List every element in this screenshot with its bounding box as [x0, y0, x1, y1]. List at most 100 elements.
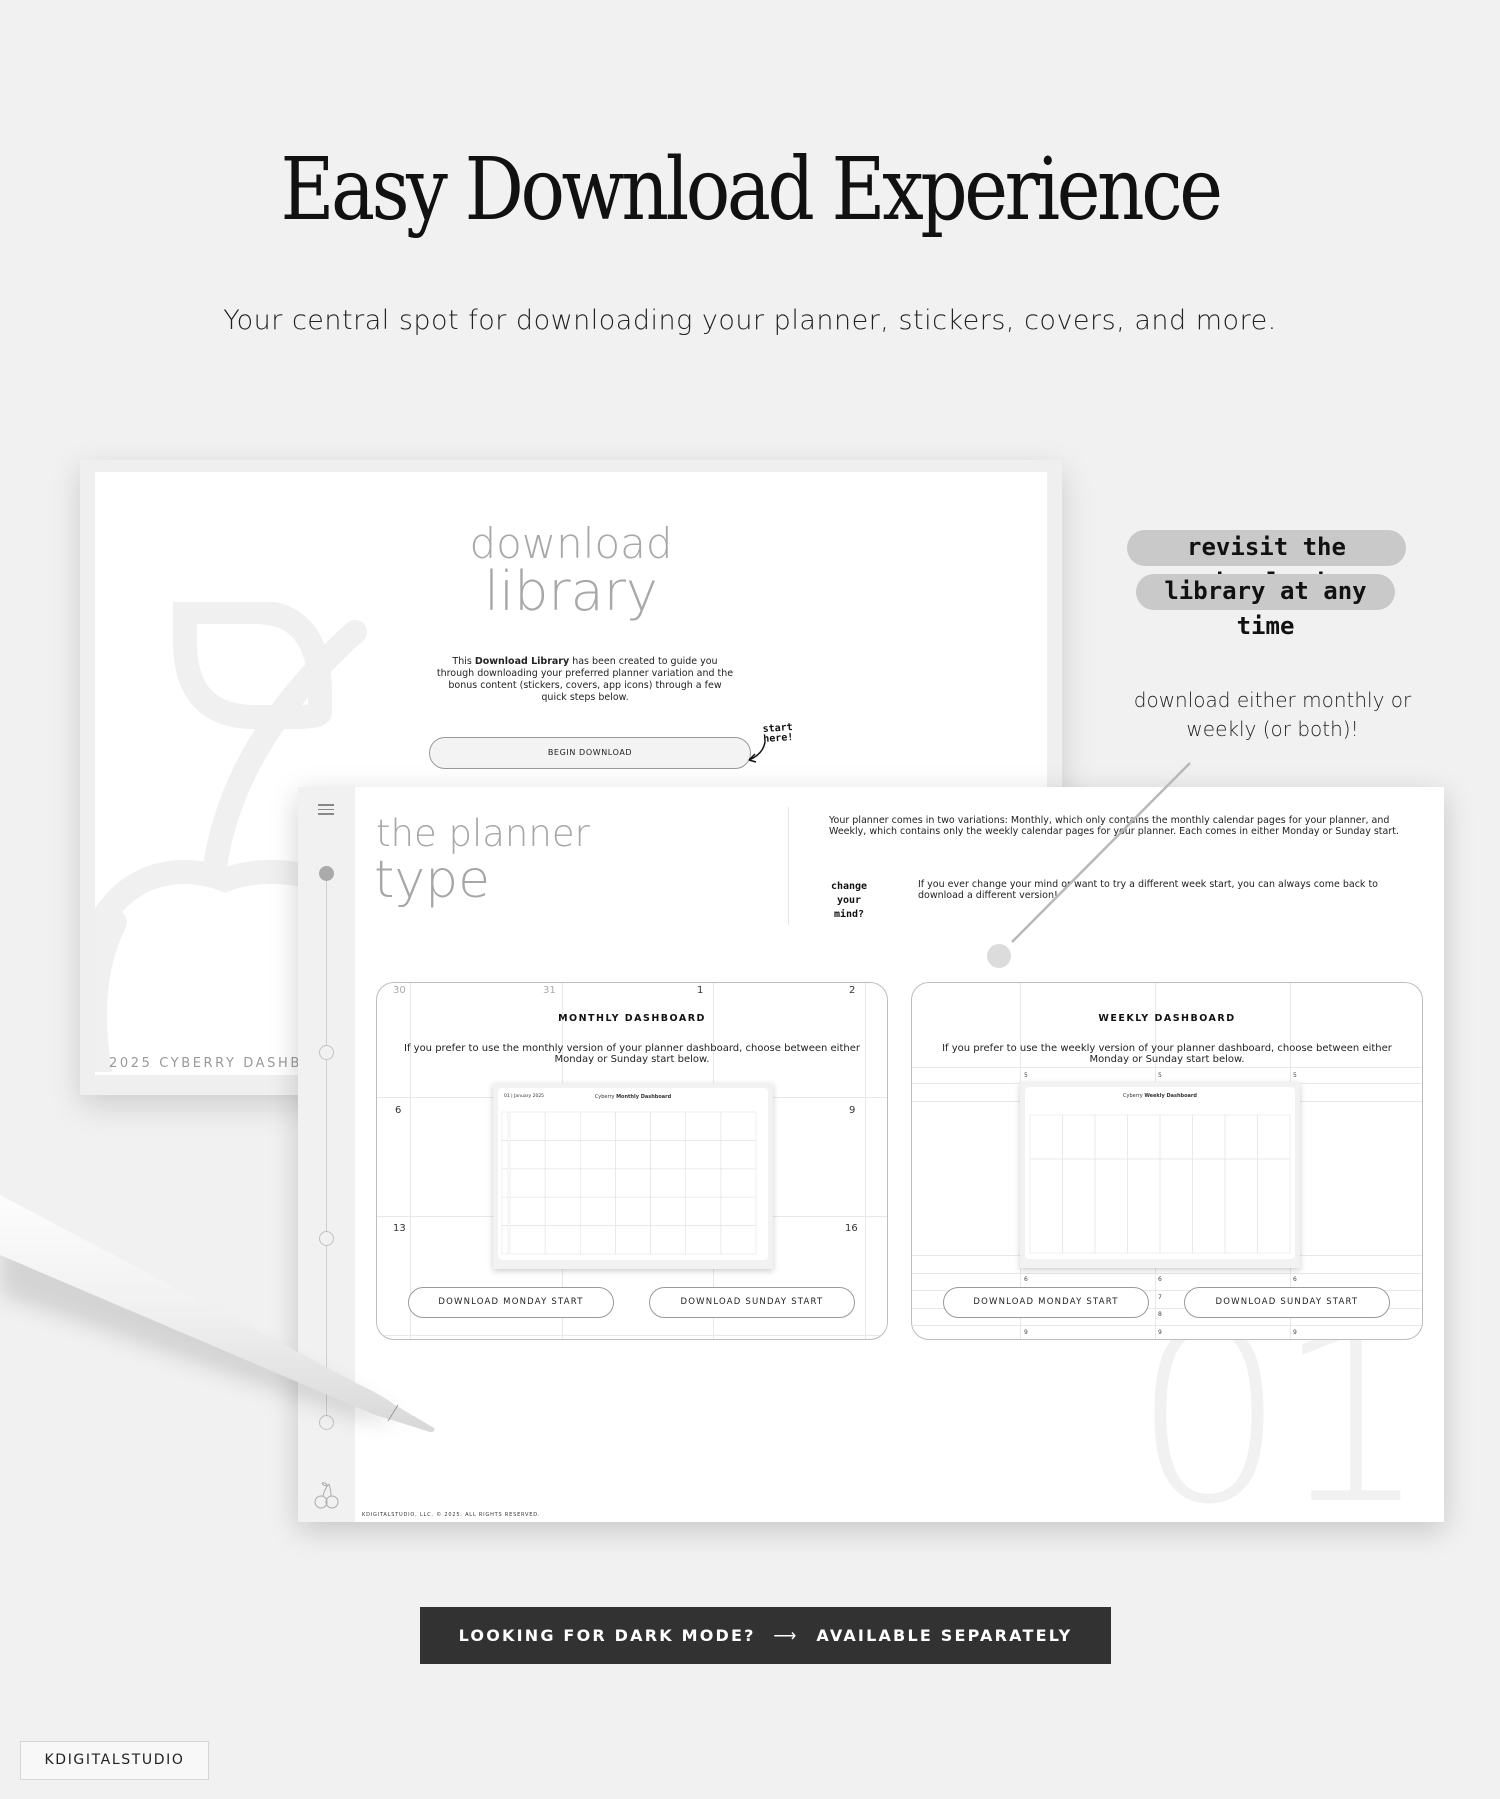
library-description-prefix: This — [452, 656, 475, 667]
calendar-cell — [579, 1140, 616, 1170]
calendar-cell — [685, 1196, 722, 1226]
calendar-cell — [685, 1225, 722, 1255]
weekly-schedule-cell — [1062, 1158, 1096, 1254]
brand-badge: KDIGITALSTUDIO — [20, 1741, 209, 1780]
weekly-schedule-cell — [1159, 1158, 1193, 1254]
bg-day: 13 — [393, 1223, 406, 1234]
calendar-cell — [544, 1140, 581, 1170]
week-label-cell — [501, 1140, 509, 1170]
cover-byline: BY KDIGITALSTUDIO — [109, 1074, 216, 1075]
monthly-dashboard-title: MONTHLY DASHBOARD — [558, 1013, 706, 1024]
calendar-cell — [544, 1225, 581, 1255]
curved-arrow-icon — [748, 741, 766, 763]
calendar-cell — [544, 1111, 581, 1141]
calendar-cell — [544, 1196, 581, 1226]
weekly-top-cell — [1224, 1114, 1258, 1160]
step-node-4[interactable] — [319, 1415, 334, 1430]
bg-hour: 6 — [1158, 1276, 1162, 1283]
calendar-cell — [544, 1168, 581, 1198]
calendar-cell — [720, 1140, 757, 1170]
step-node-1[interactable] — [319, 866, 334, 881]
page-headline: Easy Download Experience — [280, 140, 1223, 240]
step-track — [326, 872, 327, 1417]
calendar-cell — [509, 1111, 546, 1141]
calendar-cell — [650, 1140, 687, 1170]
calendar-cell — [720, 1225, 757, 1255]
calendar-cell — [685, 1140, 722, 1170]
calendar-cell — [615, 1168, 651, 1198]
weekly-download-monday-button[interactable]: DOWNLOAD MONDAY START — [943, 1287, 1149, 1318]
calendar-cell — [650, 1196, 687, 1226]
calendar-cell — [615, 1140, 651, 1170]
bg-hour: 8 — [1158, 1311, 1162, 1318]
bg-day: 31 — [543, 985, 556, 996]
banner-left-text: LOOKING FOR DARK MODE? — [458, 1626, 756, 1645]
calendar-cell — [720, 1168, 757, 1198]
week-label-cell — [501, 1111, 509, 1141]
arrow-right-icon: ⟶ — [773, 1626, 799, 1645]
weekly-download-sunday-button[interactable]: DOWNLOAD SUNDAY START — [1184, 1287, 1390, 1318]
monthly-download-sunday-button[interactable]: DOWNLOAD SUNDAY START — [649, 1287, 855, 1318]
step-sidebar — [298, 787, 355, 1522]
calendar-cell — [685, 1168, 722, 1198]
calendar-cell — [720, 1111, 757, 1141]
calendar-cell — [509, 1225, 546, 1255]
library-description-bold: Download Library — [474, 656, 570, 667]
bg-hour: 6 — [1293, 1276, 1297, 1283]
cherry-home-icon[interactable] — [313, 1480, 341, 1510]
week-label-cell — [501, 1168, 509, 1198]
weekly-schedule-cell — [1127, 1158, 1161, 1254]
bg-day: 16 — [845, 1223, 858, 1234]
weekly-schedule-cell — [1029, 1158, 1063, 1254]
bg-day: 2 — [849, 985, 856, 996]
bg-day: 6 — [395, 1105, 402, 1116]
weekly-schedule-cell — [1094, 1158, 1128, 1254]
bg-hour: 5 — [1293, 1072, 1297, 1079]
calendar-cell — [615, 1196, 651, 1226]
step-node-3[interactable] — [319, 1231, 334, 1246]
dark-mode-banner[interactable]: LOOKING FOR DARK MODE? ⟶ AVAILABLE SEPAR… — [420, 1607, 1111, 1664]
change-your-mind-description: If you ever change your mind or want to … — [918, 879, 1378, 901]
weekly-schedule-cell — [1224, 1158, 1258, 1254]
bg-hour: 5 — [1024, 1072, 1028, 1079]
calendar-cell — [579, 1225, 616, 1255]
bg-hour: 5 — [1158, 1072, 1162, 1079]
weekly-preview-grid — [1029, 1114, 1291, 1254]
bg-hour: 6 — [1024, 1276, 1028, 1283]
begin-download-button[interactable]: BEGIN DOWNLOAD — [429, 737, 751, 769]
week-label-cell — [501, 1196, 509, 1226]
bg-day: 1 — [697, 985, 704, 996]
calendar-cell — [579, 1168, 616, 1198]
monthly-dashboard-panel: 30 31 1 2 6 9 13 16 MONTHLY DASHBOARD If… — [376, 982, 888, 1340]
change-your-mind-label: change your mind? — [830, 881, 868, 920]
calendar-cell — [579, 1196, 616, 1226]
weekly-schedule-cell — [1192, 1158, 1226, 1254]
bg-hour: 7 — [1158, 1294, 1162, 1301]
weekly-top-cell — [1062, 1114, 1096, 1160]
planner-type-title-line2: type — [374, 850, 491, 910]
bg-hour: 9 — [1158, 1329, 1162, 1336]
weekly-top-cell — [1029, 1114, 1063, 1160]
monthly-dashboard-description: If you prefer to use the monthly version… — [404, 1043, 860, 1065]
calendar-cell — [650, 1168, 687, 1198]
menu-icon[interactable] — [318, 804, 334, 818]
weekly-dashboard-panel: 5 5 5 6 6 6 7 8 9 9 9 WEEKLY DASHBOARD I… — [911, 982, 1423, 1340]
header-divider — [788, 807, 789, 925]
monthly-download-monday-button[interactable]: DOWNLOAD MONDAY START — [408, 1287, 614, 1318]
library-title-line2: library — [484, 560, 658, 623]
callout-note: download either monthly or weekly (or bo… — [1133, 688, 1412, 741]
weekly-dashboard-description: If you prefer to use the weekly version … — [942, 1043, 1392, 1065]
library-description: This Download Library has been created t… — [435, 656, 735, 704]
weekly-top-cell — [1094, 1114, 1128, 1160]
monthly-preview-thumbnail: 01 | January 2025 Cyberry Monthly Dashbo… — [493, 1083, 773, 1269]
banner-right-text: AVAILABLE SEPARATELY — [816, 1626, 1073, 1645]
page-subtitle: Your central spot for downloading your p… — [223, 305, 1277, 336]
calendar-cell — [685, 1111, 722, 1141]
calendar-cell — [509, 1140, 546, 1170]
bg-day: 9 — [849, 1105, 856, 1116]
callout-pill-line1: revisit the download — [1127, 530, 1406, 596]
weekly-top-cell — [1257, 1114, 1291, 1160]
calendar-cell — [650, 1111, 687, 1141]
step-node-2[interactable] — [319, 1045, 334, 1060]
weekly-preview-thumbnail: Cyberry Weekly Dashboard — [1020, 1082, 1300, 1268]
